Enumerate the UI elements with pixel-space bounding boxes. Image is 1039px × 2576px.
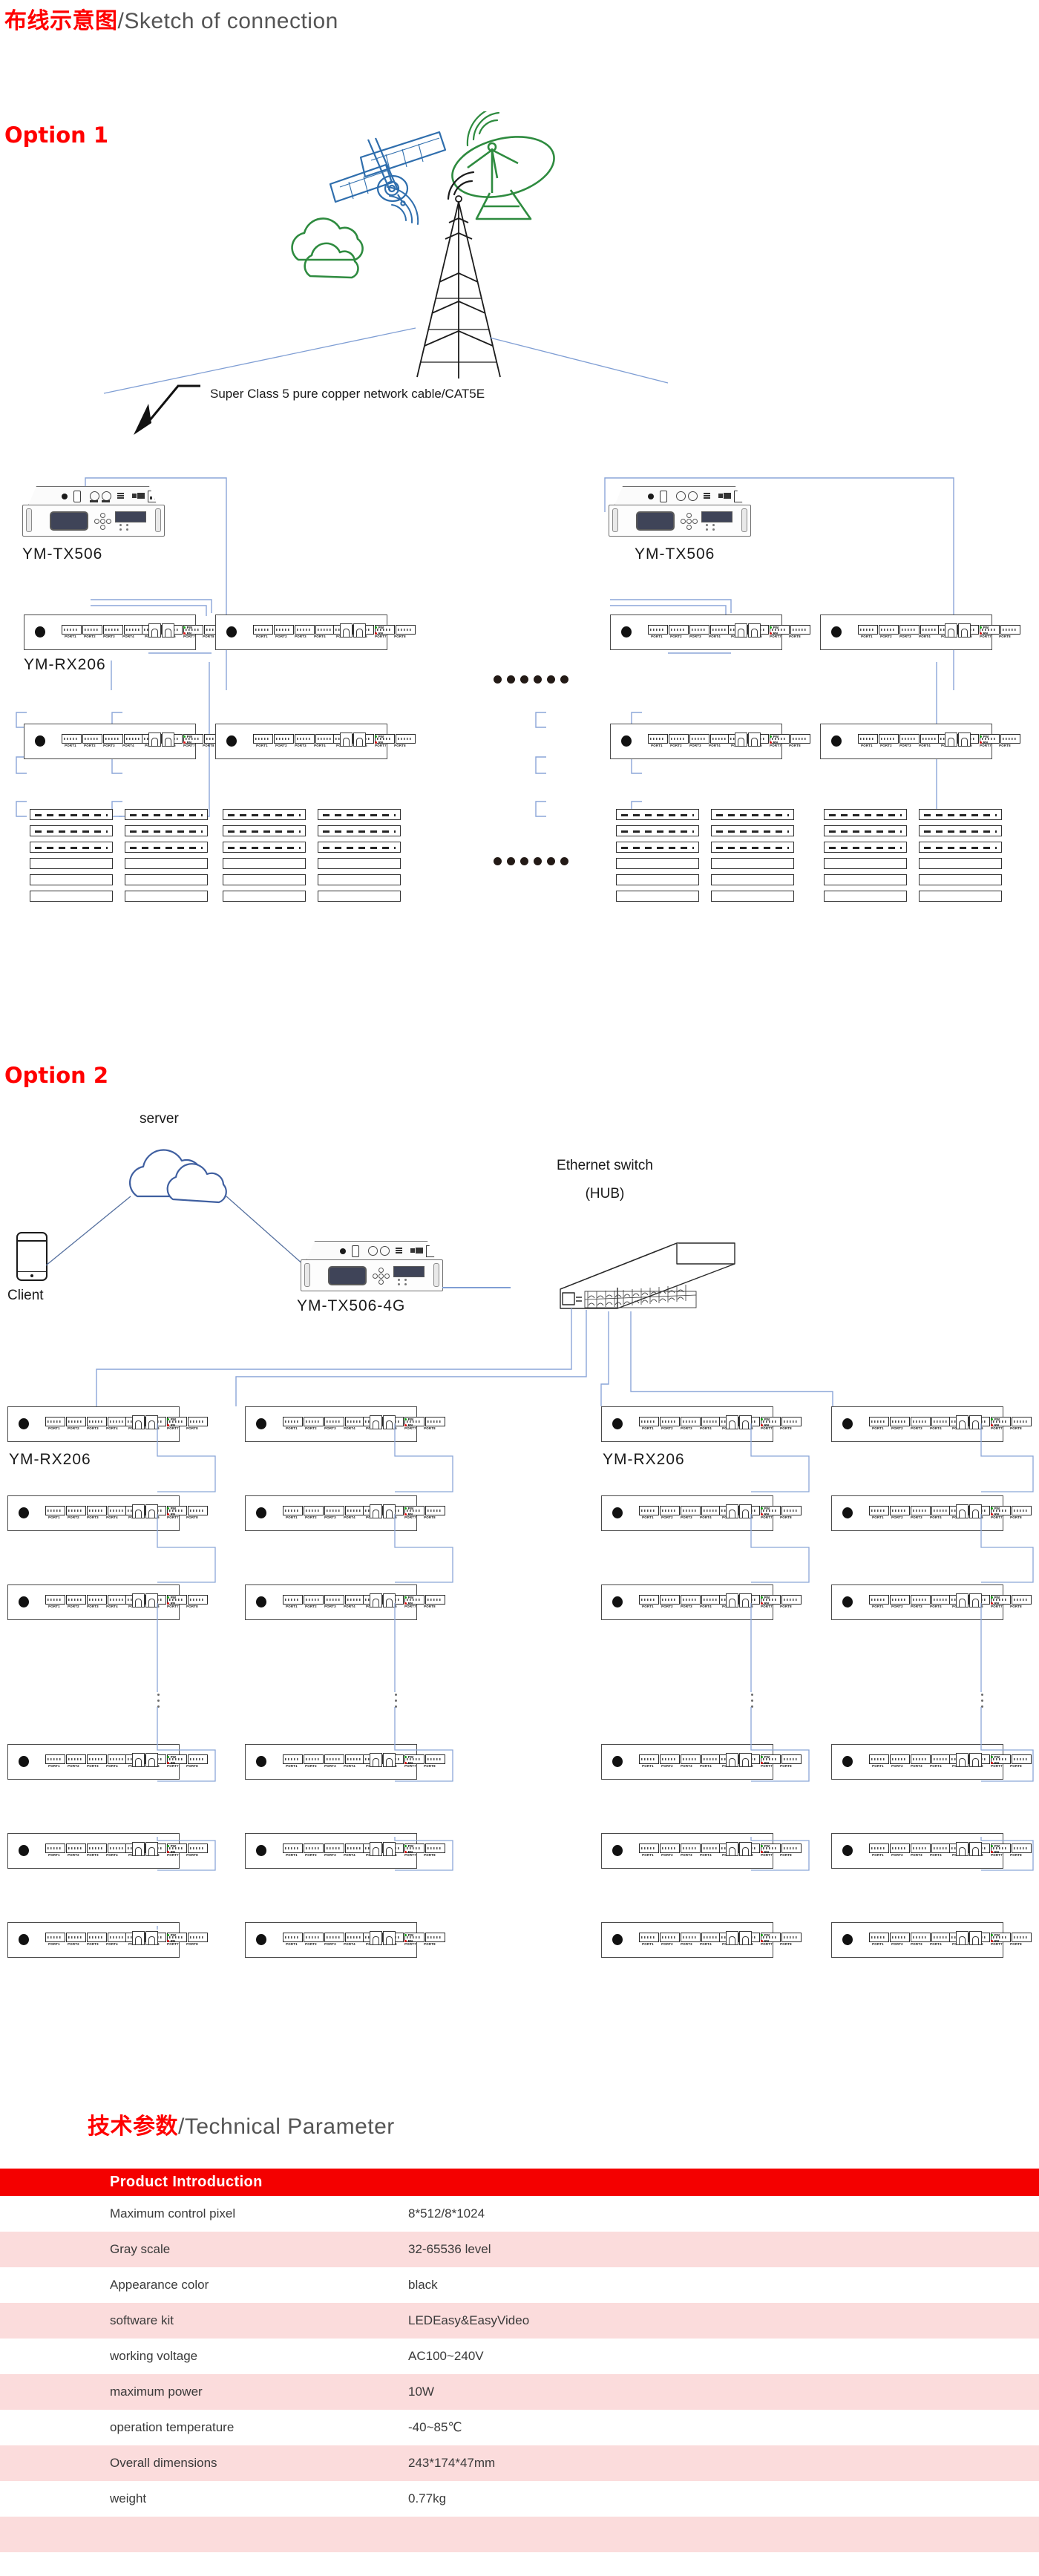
cable-note-label: Super Class 5 pure copper network cable/…: [210, 387, 485, 401]
tech-param-title-cn: 技术参数: [88, 2114, 178, 2139]
param-value: 243*174*47mm: [341, 2445, 1039, 2481]
param-name: maximum power: [0, 2374, 341, 2410]
rx206-o1-l3[interactable]: PORT1PORT2PORT3PORT4 PORT5PORT6PORT7PORT…: [24, 724, 224, 759]
param-value: [341, 2517, 1039, 2552]
table-row: software kit LEDEasy&EasyVideo: [0, 2303, 1039, 2339]
table-row: maximum power 10W: [0, 2374, 1039, 2410]
param-name: working voltage: [110, 2349, 198, 2363]
param-name: Appearance color: [110, 2278, 209, 2292]
param-name: Gray scale: [0, 2232, 341, 2267]
cloud-icon: [291, 217, 364, 279]
table-row: operation temperature -40~85℃: [0, 2410, 1039, 2445]
sender-tx506-right[interactable]: [609, 486, 751, 537]
page-title-cn: 布线示意图: [4, 9, 118, 33]
sender-tx506-left[interactable]: [22, 486, 165, 537]
rj45-ports[interactable]: [148, 623, 174, 638]
port-labels-1-4: PORT1 PORT2 PORT3 PORT4: [65, 635, 134, 638]
page-title: 布线示意图/Sketch of connection: [4, 2, 338, 35]
table-row: Overall dimensions 243*174*47mm: [0, 2445, 1039, 2481]
param-name: weight: [110, 2491, 147, 2505]
cable-callout-arrow: [134, 384, 200, 435]
table-row: weight 0.77kg: [0, 2481, 1039, 2517]
ethernet-switch-label-line1: Ethernet switch: [557, 1158, 653, 1173]
table-row: Appearance color black: [0, 2267, 1039, 2303]
table-header: Product Introduction: [0, 2169, 1039, 2196]
rx206-o1-r1[interactable]: PORT1PORT2PORT3PORT4 PORT5PORT6PORT7PORT…: [610, 614, 810, 650]
rx206-card: PORT1PORT2PORT3PORT4 PORT5PORT6PORT7PORT…: [24, 614, 224, 650]
option-2-label: Option 2: [4, 1063, 109, 1088]
server-label: server: [140, 1111, 179, 1127]
table-row: working voltage AC100~240V: [0, 2339, 1039, 2374]
table-row: Maximum control pixel 8*512/8*1024: [0, 2196, 1039, 2232]
param-value: 8*512/8*1024: [408, 2206, 485, 2221]
param-value: AC100~240V: [408, 2349, 484, 2363]
option2-daisy-chain-wires: [157, 1423, 1034, 1930]
sender-tx506-4g[interactable]: [301, 1241, 443, 1291]
param-name: Maximum control pixel: [110, 2206, 236, 2221]
param-value: 0.77kg: [408, 2491, 447, 2505]
led-modules-group-right-1: [616, 809, 794, 907]
sender-tx506-left-label: YM-TX506: [22, 545, 103, 563]
led-modules-group-left-1: [30, 809, 208, 907]
tech-param-title-en: /Technical Parameter: [178, 2114, 395, 2139]
power-led: [35, 626, 45, 638]
rx206-o1-r3[interactable]: PORT1PORT2PORT3PORT4 PORT5PORT6PORT7PORT…: [610, 724, 810, 759]
param-name: operation temperature: [110, 2420, 235, 2434]
led-modules-group-left-2: [223, 809, 401, 907]
rx206-o1-r4[interactable]: PORT1PORT2PORT3PORT4 PORT5PORT6PORT7PORT…: [820, 724, 1020, 759]
param-value: black: [408, 2278, 438, 2292]
param-value: -40~85℃: [408, 2420, 462, 2434]
rx206-o1-l4[interactable]: PORT1PORT2PORT3PORT4 PORT5PORT6PORT7PORT…: [215, 724, 416, 759]
param-value: 10W: [341, 2374, 1039, 2410]
rx206-o1-l2[interactable]: PORT1PORT2PORT3PORT4 PORT5PORT6PORT7PORT…: [215, 614, 416, 650]
table-row-empty: [0, 2517, 1039, 2552]
param-name: software kit: [0, 2303, 341, 2339]
page-title-en: /Sketch of connection: [117, 9, 338, 33]
table-row: Gray scale 32-65536 level: [0, 2232, 1039, 2267]
ellipsis-dots-upper: [494, 675, 568, 684]
status-leds: PW RN: [183, 625, 192, 637]
param-name: Overall dimensions: [0, 2445, 341, 2481]
led-modules-group-right-2: [824, 809, 1002, 907]
param-value: 32-65536 level: [341, 2232, 1039, 2267]
option-1-label: Option 1: [4, 122, 109, 148]
ethernet-switch-label-line2: (HUB): [585, 1186, 625, 1202]
rx206-o1-l1[interactable]: PORT1PORT2PORT3PORT4 PORT5PORT6PORT7PORT…: [24, 614, 224, 650]
param-name: [0, 2517, 341, 2552]
option2-top-links: [45, 1196, 305, 1266]
ellipsis-dots-lower: [494, 857, 568, 865]
satellite-icon: [329, 131, 447, 206]
client-label: Client: [7, 1288, 44, 1303]
tech-param-title: 技术参数/Technical Parameter: [88, 2108, 395, 2140]
rx206-o1-r2[interactable]: PORT1PORT2PORT3PORT4 PORT5PORT6PORT7PORT…: [820, 614, 1020, 650]
technical-parameter-table: Product Introduction Maximum control pix…: [0, 2169, 1039, 2552]
rx206-label-option1: YM-RX206: [24, 656, 106, 673]
satellite-dish-icon: [451, 136, 555, 220]
sender-tx506-right-label: YM-TX506: [635, 545, 715, 563]
param-value: LEDEasy&EasyVideo: [341, 2303, 1039, 2339]
